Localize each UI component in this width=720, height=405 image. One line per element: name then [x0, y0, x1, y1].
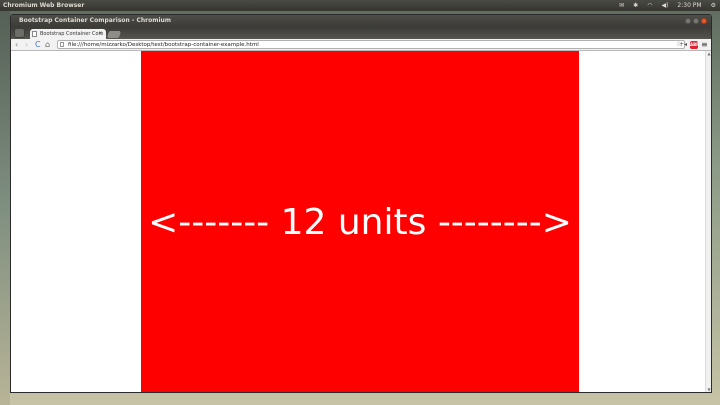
- extension-icon[interactable]: +◂: [679, 39, 687, 51]
- window-titlebar[interactable]: Bootstrap Container Comparison - Chromiu…: [11, 15, 711, 27]
- container-label: <------- 12 units -------->: [148, 201, 572, 243]
- forward-button[interactable]: ›: [25, 39, 28, 51]
- page-favicon-icon: [32, 31, 37, 37]
- address-bar[interactable]: file:///home/mizzarko/Desktop/test/boots…: [57, 40, 685, 49]
- window-controls: [685, 18, 707, 24]
- scroll-down-arrow-icon[interactable]: ▼: [706, 387, 711, 392]
- desktop-background: [0, 11, 10, 405]
- scroll-up-arrow-icon[interactable]: ▲: [706, 51, 711, 57]
- tab-bootstrap-container[interactable]: Bootstrap Container Com ×: [30, 29, 106, 39]
- page-viewport: <------- 12 units --------> ▲ ▼: [11, 51, 711, 392]
- page-icon: [60, 42, 64, 47]
- chromium-logo-icon: [14, 28, 25, 38]
- vertical-scrollbar[interactable]: ▲ ▼: [705, 51, 711, 392]
- menu-icon[interactable]: ≡: [701, 39, 708, 51]
- back-button[interactable]: ‹: [15, 39, 18, 51]
- mail-icon[interactable]: ✉: [619, 0, 624, 11]
- browser-toolbar: ‹ › C ⌂ file:///home/mizzarko/Desktop/te…: [11, 39, 711, 51]
- tab-label: Bootstrap Container Com: [40, 31, 104, 37]
- wifi-icon[interactable]: ◠: [647, 0, 652, 11]
- gear-icon[interactable]: ⚙: [711, 0, 716, 11]
- close-button[interactable]: [701, 18, 707, 24]
- tab-close-icon[interactable]: ×: [98, 29, 103, 39]
- active-app-name: Chromium Web Browser: [3, 2, 85, 9]
- bluetooth-icon[interactable]: ✱: [633, 0, 638, 11]
- system-tray: ✉ ✱ ◠ ◀) 2:30 PM ⚙: [619, 0, 716, 11]
- reload-button[interactable]: C: [35, 39, 41, 51]
- system-top-panel: Chromium Web Browser ✉ ✱ ◠ ◀) 2:30 PM ⚙: [0, 0, 720, 11]
- clock[interactable]: 2:30 PM: [677, 0, 701, 11]
- home-button[interactable]: ⌂: [45, 39, 50, 51]
- bootstrap-container: <------- 12 units -------->: [141, 51, 579, 392]
- minimize-button[interactable]: [685, 18, 691, 24]
- adblock-icon[interactable]: ABP: [690, 41, 699, 49]
- browser-window: Bootstrap Container Comparison - Chromiu…: [10, 14, 712, 393]
- tab-strip: Bootstrap Container Com ×: [11, 27, 711, 39]
- window-title: Bootstrap Container Comparison - Chromiu…: [19, 17, 172, 24]
- new-tab-button[interactable]: [107, 31, 121, 38]
- volume-icon[interactable]: ◀): [661, 0, 668, 11]
- maximize-button[interactable]: [693, 18, 699, 24]
- url-text[interactable]: file:///home/mizzarko/Desktop/test/boots…: [68, 42, 259, 48]
